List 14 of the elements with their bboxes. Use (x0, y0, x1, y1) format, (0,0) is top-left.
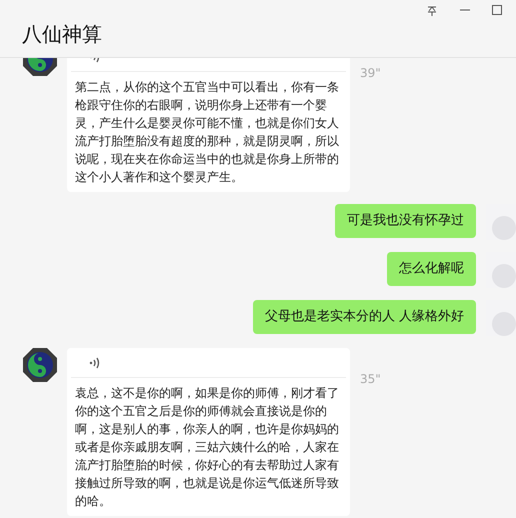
voice-transcript: 第二点，从你的这个五官当中可以看出，你有一条枪跟守住你的右眼啊，说明你身上还带有一个婴灵，产生什么是婴灵你可能不懂，也就是你们女人流产打胎堕胎没有超度的那种，就是阴灵啊，所以说呢，现在夹在你命运当中的也就是你身上所带的这个小人著作和这个婴灵产生。 (74, 79, 340, 186)
voice-duration: 39" (360, 65, 381, 82)
voice-message-bubble[interactable]: 第二点，从你的这个五官当中可以看出，你有一条枪跟守住你的右眼啊，说明你身上还带有一个婴灵，产生什么是婴灵你可能不懂，也就是你们女人流产打胎堕胎没有超度的那种，就是阴灵啊，所以说呢，现在夹在你命运当中的也就是你身上所带的这个小人著作和这个婴灵产生。 (67, 58, 350, 192)
voice-transcript: 袁总，这不是你的啊，如果是你的师傅，刚才看了你的这个五官之后是你的师傅就会直接说是你的啊，这是别人的事，你亲人的啊，也许是你妈妈的或者是你亲戚朋友啊，三姑六姨什么的哈，人家在流产打胎堕胎的时候，你好心的有去帮助过人家有接触过所导致的啊，也就是说是你运气低迷所导致的哈。 (74, 385, 340, 510)
message-bubble: 怎么化解呢 (387, 252, 476, 286)
message-bubble: 父母也是老实本分的人 人缘格外好 (252, 300, 476, 334)
voice-icon[interactable] (89, 356, 101, 370)
voice-message-bubble[interactable]: 袁总，这不是你的啊，如果是你的师傅，刚才看了你的这个五官之后是你的师傅就会直接说是你的啊，这是别人的事，你亲人的啊，也许是你妈妈的或者是你亲戚朋友啊，三姑六姨什么的哈，人家在流产打胎堕胎的时候，你好心的有去帮助过人家有接触过所导致的啊，也就是说是你运气低迷所导致的哈。 (67, 348, 350, 516)
taiji-avatar-icon (23, 348, 57, 382)
window-title: 八仙神算 (22, 21, 102, 48)
message-bubble: 可是我也没有怀孕过 (335, 204, 476, 238)
pin-icon[interactable] (426, 4, 438, 16)
maximize-icon[interactable] (492, 5, 502, 15)
voice-duration: 35" (360, 371, 381, 388)
